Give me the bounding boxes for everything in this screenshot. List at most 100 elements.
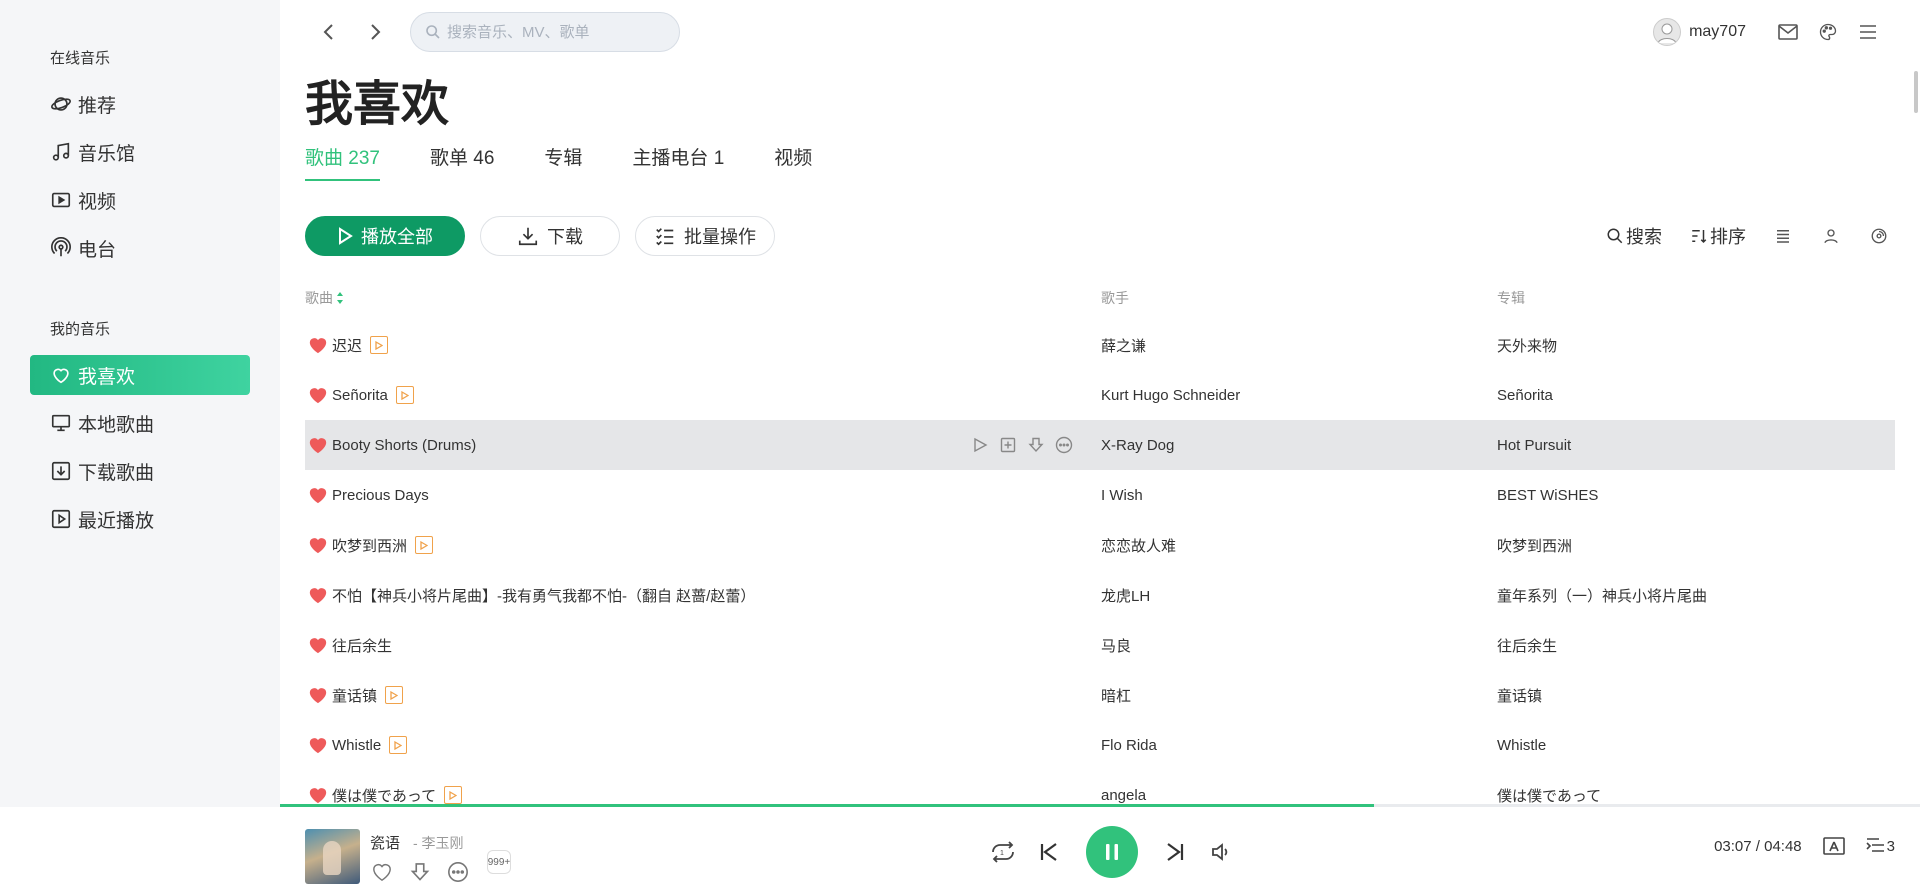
list-view-button[interactable] (1774, 227, 1794, 245)
heart-filled-icon[interactable] (308, 486, 328, 504)
artist-name[interactable]: 暗杠 (1101, 685, 1131, 706)
mv-icon[interactable] (389, 736, 408, 754)
more-icon[interactable] (446, 860, 470, 884)
mv-icon[interactable] (444, 786, 463, 804)
table-row[interactable]: 童话镇 暗杠 童话镇 (305, 670, 1895, 720)
artist-name[interactable]: I Wish (1101, 487, 1143, 504)
pause-button[interactable] (1086, 826, 1138, 878)
album-name[interactable]: 往后余生 (1497, 635, 1557, 656)
song-title[interactable]: Whistle (332, 737, 381, 754)
play-all-button[interactable]: 播放全部 (305, 216, 465, 256)
album-name[interactable]: 童话镇 (1497, 685, 1542, 706)
sidebar-item-video[interactable]: 视频 (30, 180, 250, 220)
artist-name[interactable]: 龙虎LH (1101, 585, 1150, 606)
tab-playlists[interactable]: 歌单 46 (430, 143, 494, 183)
heart-filled-icon[interactable] (308, 736, 328, 754)
artist-view-button[interactable] (1822, 227, 1842, 245)
avatar[interactable] (1653, 18, 1682, 46)
table-row[interactable]: 不怕【神兵小将片尾曲】-我有勇气我都不怕-（翻自 赵蔷/赵蕾） 龙虎LH 童年系… (305, 570, 1895, 620)
artist-name[interactable]: Kurt Hugo Schneider (1101, 387, 1240, 404)
table-row[interactable]: Whistle Flo Rida Whistle (305, 720, 1895, 770)
like-icon[interactable] (370, 860, 394, 884)
artist-name[interactable]: X-Ray Dog (1101, 437, 1174, 454)
tab-videos[interactable]: 视频 (774, 143, 812, 183)
artist-name[interactable]: Flo Rida (1101, 737, 1157, 754)
artist-name[interactable]: angela (1101, 787, 1146, 804)
song-title[interactable]: 迟迟 (332, 335, 362, 356)
menu-icon[interactable] (1856, 20, 1880, 44)
mail-icon[interactable] (1776, 20, 1800, 44)
forward-button[interactable] (362, 18, 388, 46)
scrollbar[interactable] (1912, 68, 1920, 116)
song-title[interactable]: Señorita (332, 387, 388, 404)
download-icon[interactable] (408, 860, 432, 884)
palette-icon[interactable] (1816, 20, 1840, 44)
heart-filled-icon[interactable] (308, 386, 328, 404)
comment-icon[interactable]: 999+ (484, 850, 511, 884)
repeat-icon[interactable]: 1 (988, 837, 1018, 867)
mv-icon[interactable] (395, 386, 414, 404)
table-row[interactable]: Booty Shorts (Drums) X-Ray Dog Hot Pursu… (305, 420, 1895, 470)
sidebar-item-radio[interactable]: 电台 (30, 228, 250, 268)
sort-button[interactable]: 排序 (1690, 223, 1746, 249)
heart-filled-icon[interactable] (308, 436, 328, 454)
back-button[interactable] (316, 18, 342, 46)
artist-name[interactable]: 马良 (1101, 635, 1131, 656)
sidebar-item-music-hall[interactable]: 音乐馆 (30, 132, 250, 172)
now-playing-artist[interactable]: - 李玉刚 (413, 833, 464, 853)
row-download-icon[interactable] (1026, 435, 1046, 455)
now-playing-title[interactable]: 瓷语 (370, 832, 400, 853)
artist-column-header[interactable]: 歌手 (1101, 288, 1129, 308)
table-row[interactable]: 迟迟 薛之谦 天外来物 (305, 320, 1895, 370)
song-title[interactable]: Precious Days (332, 487, 429, 504)
list-search-button[interactable]: 搜索 (1606, 223, 1662, 249)
sidebar-item-recommend[interactable]: 推荐 (30, 84, 250, 124)
download-button[interactable]: 下载 (480, 216, 620, 256)
table-row[interactable]: 往后余生 马良 往后余生 (305, 620, 1895, 670)
sidebar-item-downloads[interactable]: 下载歌曲 (30, 451, 250, 491)
album-cover[interactable] (305, 829, 360, 884)
heart-filled-icon[interactable] (308, 336, 328, 354)
search-input[interactable] (447, 23, 667, 41)
song-title[interactable]: 往后余生 (332, 635, 392, 656)
album-name[interactable]: 僕は僕であって (1497, 785, 1601, 806)
song-title[interactable]: Booty Shorts (Drums) (332, 437, 476, 454)
playlist-queue-button[interactable]: 3 (1866, 834, 1895, 858)
album-view-button[interactable] (1870, 227, 1890, 245)
username[interactable]: may707 (1689, 23, 1746, 41)
song-title[interactable]: 吹梦到西洲 (332, 535, 407, 556)
sidebar-item-local-songs[interactable]: 本地歌曲 (30, 403, 250, 443)
table-row[interactable]: Señorita Kurt Hugo Schneider Señorita (305, 370, 1895, 420)
heart-filled-icon[interactable] (308, 786, 328, 804)
table-row[interactable]: 吹梦到西洲 恋恋故人难 吹梦到西洲 (305, 520, 1895, 570)
table-row[interactable]: Precious Days I Wish BEST WiSHES (305, 470, 1895, 520)
mv-icon[interactable] (415, 536, 434, 554)
song-title[interactable]: 童话镇 (332, 685, 377, 706)
album-name[interactable]: 天外来物 (1497, 335, 1557, 356)
progress-bar[interactable] (280, 804, 1920, 807)
heart-filled-icon[interactable] (308, 586, 328, 604)
tab-radio[interactable]: 主播电台 1 (632, 143, 724, 183)
album-name[interactable]: Hot Pursuit (1497, 437, 1571, 454)
sidebar-item-recent[interactable]: 最近播放 (30, 499, 250, 539)
sidebar-item-favorites[interactable]: 我喜欢 (30, 355, 250, 395)
mv-icon[interactable] (370, 336, 389, 354)
album-name[interactable]: 吹梦到西洲 (1497, 535, 1572, 556)
album-name[interactable]: 童年系列（一）神兵小将片尾曲 (1497, 585, 1707, 606)
album-name[interactable]: Whistle (1497, 737, 1546, 754)
artist-name[interactable]: 恋恋故人难 (1101, 535, 1176, 556)
mv-icon[interactable] (385, 686, 404, 704)
tab-songs[interactable]: 歌曲 237 (305, 143, 380, 183)
batch-button[interactable]: 批量操作 (635, 216, 775, 256)
album-column-header[interactable]: 专辑 (1497, 288, 1525, 308)
heart-filled-icon[interactable] (308, 686, 328, 704)
row-play-icon[interactable] (970, 435, 990, 455)
lyrics-icon[interactable] (1822, 834, 1846, 858)
album-name[interactable]: Señorita (1497, 387, 1553, 404)
heart-filled-icon[interactable] (308, 636, 328, 654)
song-title[interactable]: 僕は僕であって (332, 785, 436, 806)
next-icon[interactable] (1160, 837, 1190, 867)
volume-icon[interactable] (1206, 837, 1236, 867)
artist-name[interactable]: 薛之谦 (1101, 335, 1146, 356)
row-more-icon[interactable] (1054, 435, 1074, 455)
